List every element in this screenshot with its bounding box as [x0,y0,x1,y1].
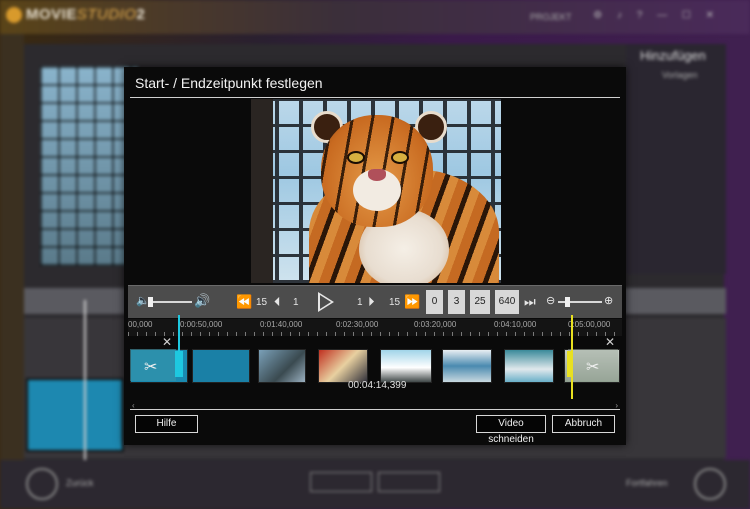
scissors-icon: ✂ [586,359,600,376]
skip-back-frames: 15 [256,297,268,308]
ruler-label: 0:01:40,000 [260,320,303,329]
bg-help-button[interactable] [310,472,372,492]
title-divider [130,97,620,98]
volume-slider-knob[interactable] [148,297,153,307]
video-preview [251,99,501,283]
thumbnail [504,349,554,383]
time-field-minutes[interactable]: 3 [448,290,465,314]
end-marker-handle[interactable] [567,351,573,377]
back-circle-icon[interactable] [26,468,58,500]
tiger-eye-left [347,151,365,164]
skip-end-icon[interactable]: ⏭ [524,295,536,308]
zoom-slider-knob[interactable] [565,297,570,307]
current-timecode: 00:04:14,399 [348,380,407,391]
zoom-in-icon[interactable]: ⊕ [604,295,613,308]
panel-title: Hinzufügen [640,48,706,63]
panel-subtitle[interactable]: Vorlagen [662,70,698,80]
cancel-button[interactable]: Abbruch [552,415,615,433]
app-logo-icon [6,7,22,23]
time-field-seconds[interactable]: 25 [470,290,490,314]
preview-post [251,99,273,283]
app-playhead [84,300,86,460]
volume-slider-track[interactable] [148,301,192,303]
fast-forward-icon[interactable]: ⏩ [404,295,420,308]
close-icon[interactable]: ✕ [162,335,172,349]
ruler-ticks [128,332,622,336]
transport-bar: 🔈 🔊 ⏪ 15 ⏴ 1 1 ⏵ 15 ⏩ 0 3 25 640 ⏭ ⊖ ⊕ [128,285,622,318]
bg-cancel-button[interactable] [378,472,440,492]
timeline-ruler[interactable]: 00,000 0:00:50,000 0:01:40,000 0:02:30,0… [128,319,622,336]
app-title: MOVIESTUDIO2 [26,6,146,23]
ruler-label: 00,000 [128,320,153,329]
step-back-frames: 1 [293,297,299,308]
cut-video-button[interactable]: Video schneiden [476,415,546,445]
frame-back-icon[interactable]: ⏴ [274,295,281,308]
app-clip[interactable] [26,378,124,452]
ruler-label: 0:04:10,000 [494,320,537,329]
help-button[interactable]: Hilfe [135,415,198,433]
continue-circle-icon[interactable] [694,468,726,500]
back-label: Zurück [66,478,94,488]
start-marker-handle[interactable] [175,351,183,377]
thumbnail [192,349,250,383]
ruler-label: 0:00:50,000 [180,320,223,329]
thumbnail [258,349,306,383]
ruler-label: 0:02:30,000 [336,320,379,329]
time-field-milliseconds[interactable]: 640 [495,290,519,314]
menu-project[interactable]: PROJEKT [530,12,572,22]
step-forward-frames: 1 [357,297,363,308]
volume-high-icon[interactable]: 🔊 [194,294,210,307]
app-left-strip [0,34,24,509]
zoom-out-icon[interactable]: ⊖ [546,295,555,308]
app-titlebar: MOVIESTUDIO2 PROJEKT ⚙ ♪ ? — ☐ ✕ [0,0,750,34]
play-icon[interactable] [318,292,334,312]
scissors-icon: ✂ [144,359,158,376]
bottom-divider [130,409,620,410]
ruler-label: 0:03:20,000 [414,320,457,329]
thumbnail [380,349,432,383]
thumbnail [442,349,492,383]
trim-dialog: Start- / Endzeitpunkt festlegen 🔈 🔊 ⏪ 15… [124,67,626,445]
tiger-eye-right [391,151,409,164]
time-field-hours[interactable]: 0 [426,290,443,314]
thumbnail [318,349,368,383]
close-icon[interactable]: ✕ [605,335,615,349]
dialog-title: Start- / Endzeitpunkt festlegen [135,75,323,91]
skip-forward-frames: 15 [389,297,401,308]
continue-label: Fortfahren [626,478,668,488]
ruler-label: 0:05:00,000 [568,320,611,329]
window-controls[interactable]: ⚙ ♪ ? — ☐ ✕ [593,10,720,21]
tiger-nose [368,169,386,181]
rewind-icon[interactable]: ⏪ [236,295,252,308]
frame-forward-icon[interactable]: ⏵ [368,295,375,308]
